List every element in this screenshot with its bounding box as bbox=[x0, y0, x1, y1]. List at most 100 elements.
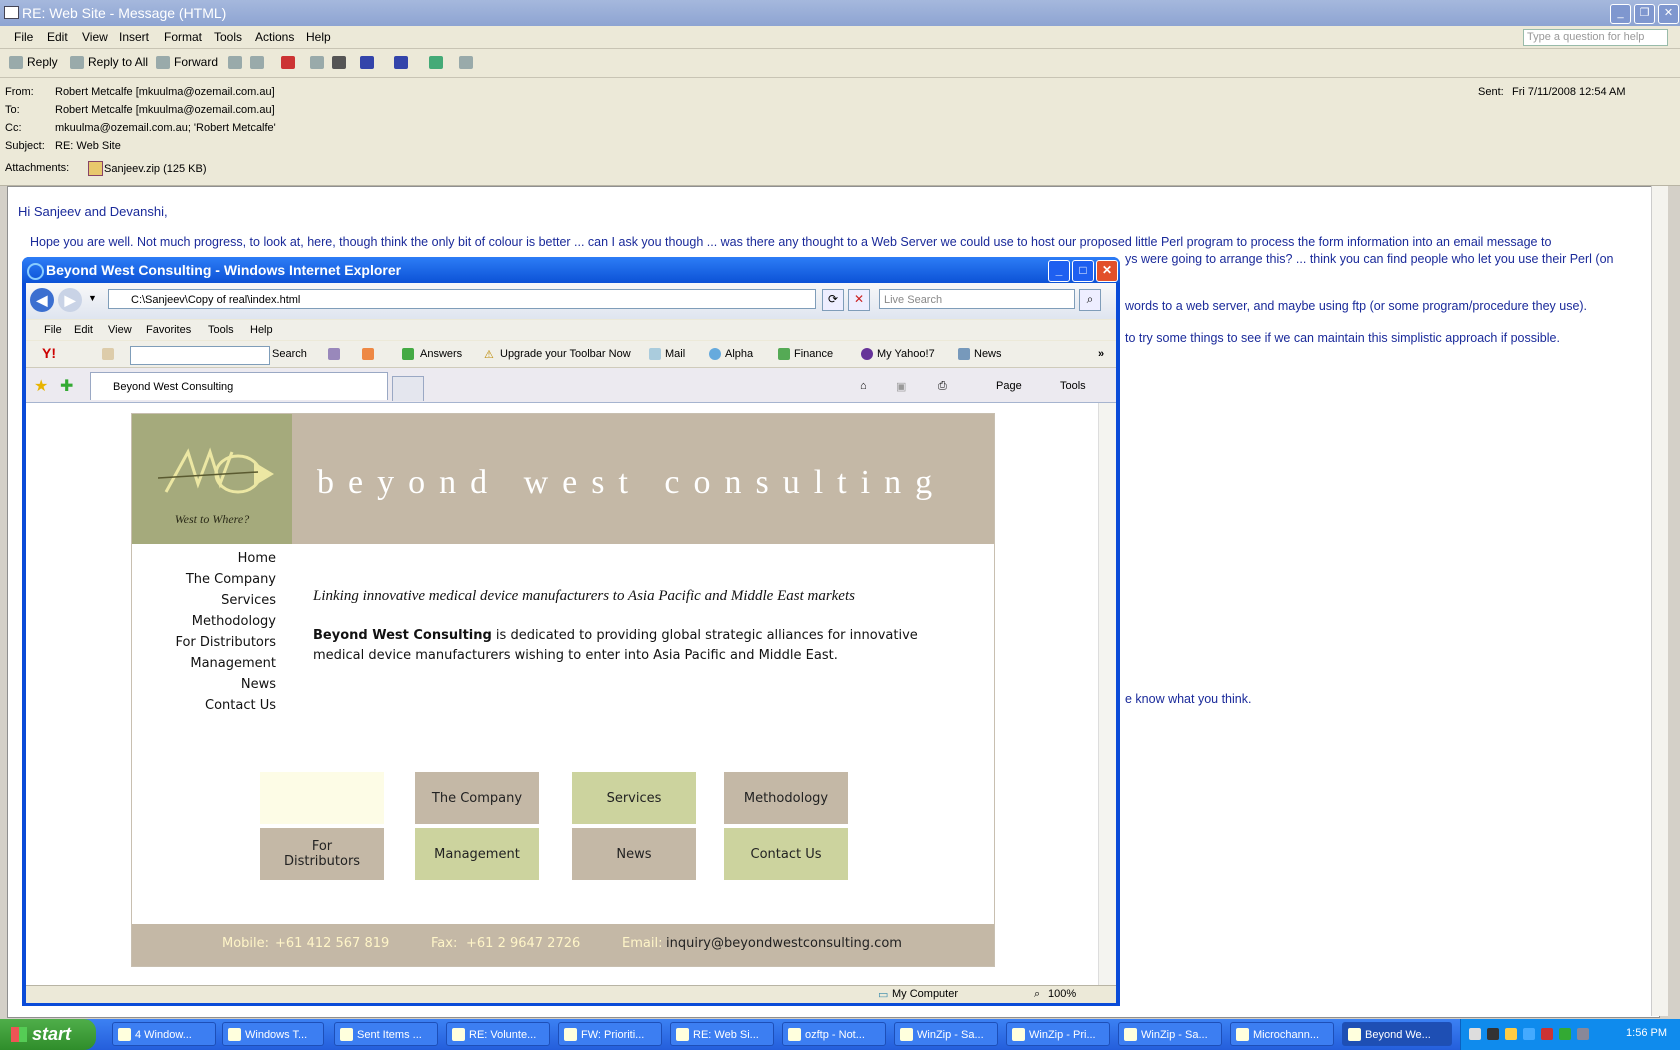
alpha-button[interactable]: Alpha bbox=[725, 348, 753, 360]
tray-icon-7[interactable] bbox=[1577, 1028, 1589, 1040]
history-dropdown-icon[interactable]: ▼ bbox=[88, 293, 97, 303]
task-re-web-site[interactable]: RE: Web Si... bbox=[670, 1022, 774, 1046]
help-question-input[interactable]: Type a question for help bbox=[1523, 29, 1668, 46]
live-search-input[interactable]: Live Search bbox=[879, 289, 1075, 309]
upgrade-toolbar-link[interactable]: Upgrade your Toolbar Now bbox=[500, 348, 631, 360]
news-button[interactable]: News bbox=[974, 348, 1002, 360]
task-beyond-west[interactable]: Beyond We... bbox=[1342, 1022, 1452, 1046]
menu-format[interactable]: Format bbox=[164, 30, 202, 44]
bwc-logo[interactable] bbox=[158, 444, 276, 502]
ie-menu-help[interactable]: Help bbox=[250, 324, 273, 336]
nav-for-distributors[interactable]: For Distributors bbox=[175, 635, 276, 650]
message-scrollbar[interactable] bbox=[1651, 186, 1668, 1016]
task-sent-items[interactable]: Sent Items ... bbox=[334, 1022, 438, 1046]
ie-menu-favorites[interactable]: Favorites bbox=[146, 324, 191, 336]
menu-tools[interactable]: Tools bbox=[214, 30, 242, 44]
yahoo-search-button[interactable]: Search bbox=[272, 348, 307, 360]
answers-button[interactable]: Answers bbox=[420, 348, 462, 360]
ie-minimize-button[interactable]: _ bbox=[1048, 260, 1070, 282]
flag-icon[interactable] bbox=[281, 56, 295, 69]
menu-actions[interactable]: Actions bbox=[255, 30, 294, 44]
font-size-icon[interactable] bbox=[429, 56, 443, 69]
toolbar-overflow-icon[interactable]: » bbox=[1098, 348, 1104, 360]
address-input[interactable]: C:\Sanjeev\Copy of real\index.html bbox=[108, 289, 816, 309]
nav-management[interactable]: Management bbox=[190, 656, 276, 671]
back-icon[interactable]: ◀ bbox=[30, 288, 54, 312]
nav-methodology[interactable]: Methodology bbox=[192, 614, 276, 629]
refresh-icon[interactable]: ⟳ bbox=[822, 289, 844, 311]
feeds-icon[interactable]: ▣ bbox=[896, 380, 906, 393]
yahoo-search-input[interactable] bbox=[130, 346, 270, 365]
tile-management[interactable]: Management bbox=[415, 828, 539, 880]
tile-the-company[interactable]: The Company bbox=[415, 772, 539, 824]
yahoo-logo-icon[interactable]: Y! bbox=[42, 345, 56, 361]
ie-menu-tools[interactable]: Tools bbox=[208, 324, 234, 336]
task-winzip-3[interactable]: WinZip - Sa... bbox=[1118, 1022, 1222, 1046]
nav-the-company[interactable]: The Company bbox=[186, 572, 276, 587]
tile-services[interactable]: Services bbox=[572, 772, 696, 824]
bookmarks-icon[interactable] bbox=[328, 348, 340, 360]
menu-edit[interactable]: Edit bbox=[47, 30, 68, 44]
tile-methodology[interactable]: Methodology bbox=[724, 772, 848, 824]
favorites-star-icon[interactable]: ★ bbox=[34, 376, 48, 396]
page-scrollbar[interactable] bbox=[1098, 403, 1116, 985]
tray-icon-1[interactable] bbox=[1469, 1028, 1481, 1040]
previous-item-icon[interactable] bbox=[360, 56, 374, 69]
move-icon[interactable] bbox=[310, 56, 324, 69]
antispy-icon[interactable] bbox=[362, 348, 374, 360]
task-re-volunteer[interactable]: RE: Volunte... bbox=[446, 1022, 550, 1046]
close-button[interactable]: ✕ bbox=[1658, 4, 1679, 24]
delete-icon[interactable] bbox=[332, 56, 346, 69]
tray-icon-6[interactable] bbox=[1559, 1028, 1571, 1040]
tab-beyond-west[interactable]: Beyond West Consulting bbox=[90, 372, 388, 400]
menu-insert[interactable]: Insert bbox=[119, 30, 149, 44]
tray-icon-4[interactable] bbox=[1523, 1028, 1535, 1040]
start-button[interactable]: start bbox=[0, 1019, 96, 1050]
home-icon[interactable]: ⌂ bbox=[860, 380, 867, 392]
tray-icon-3[interactable] bbox=[1505, 1028, 1517, 1040]
task-microchannel[interactable]: Microchann... bbox=[1230, 1022, 1334, 1046]
ie-menu-view[interactable]: View bbox=[108, 324, 132, 336]
ie-maximize-button[interactable]: □ bbox=[1072, 260, 1094, 282]
tools-menu-button[interactable]: Tools bbox=[1060, 380, 1086, 392]
nav-home[interactable]: Home bbox=[238, 551, 276, 566]
add-favorite-icon[interactable]: ✚ bbox=[60, 376, 73, 396]
page-menu-button[interactable]: Page bbox=[996, 380, 1022, 392]
task-windows-explorer[interactable]: 4 Window... bbox=[112, 1022, 216, 1046]
task-winzip-2[interactable]: WinZip - Pri... bbox=[1006, 1022, 1110, 1046]
task-ozftp-notepad[interactable]: ozftp - Not... bbox=[782, 1022, 886, 1046]
mail-button[interactable]: Mail bbox=[665, 348, 685, 360]
finance-button[interactable]: Finance bbox=[794, 348, 833, 360]
ie-menu-file[interactable]: File bbox=[44, 324, 62, 336]
email-link[interactable]: inquiry@beyondwestconsulting.com bbox=[666, 936, 902, 951]
menu-help[interactable]: Help bbox=[306, 30, 331, 44]
tray-icon-2[interactable] bbox=[1487, 1028, 1499, 1040]
pencil-icon[interactable] bbox=[102, 348, 114, 360]
tile-news[interactable]: News bbox=[572, 828, 696, 880]
web-page-viewport[interactable]: West to Where? beyond west consulting Ho… bbox=[26, 403, 1116, 985]
restore-button[interactable]: ❐ bbox=[1634, 4, 1655, 24]
forward-icon[interactable]: ▶ bbox=[58, 288, 82, 312]
tray-icon-5[interactable] bbox=[1541, 1028, 1553, 1040]
reply-all-button[interactable]: Reply to All bbox=[88, 55, 148, 69]
clock[interactable]: 1:56 PM bbox=[1626, 1027, 1667, 1039]
forward-button[interactable]: Forward bbox=[174, 55, 218, 69]
task-winzip-1[interactable]: WinZip - Sa... bbox=[894, 1022, 998, 1046]
my-yahoo-button[interactable]: My Yahoo!7 bbox=[877, 348, 935, 360]
search-icon[interactable]: ⌕ bbox=[1079, 289, 1101, 311]
ie-close-button[interactable]: ✕ bbox=[1096, 260, 1118, 282]
task-windows-t[interactable]: Windows T... bbox=[222, 1022, 324, 1046]
stop-icon[interactable]: ✕ bbox=[848, 289, 870, 311]
nav-news[interactable]: News bbox=[241, 677, 276, 692]
menu-view[interactable]: View bbox=[82, 30, 108, 44]
next-item-icon[interactable] bbox=[394, 56, 408, 69]
help-icon[interactable] bbox=[459, 56, 473, 69]
zoom-level[interactable]: 100% bbox=[1048, 988, 1076, 1000]
minimize-button[interactable]: _ bbox=[1610, 4, 1631, 24]
tile-contact-us[interactable]: Contact Us bbox=[724, 828, 848, 880]
tile-for-distributors[interactable]: For Distributors bbox=[260, 828, 384, 880]
menu-file[interactable]: File bbox=[14, 30, 33, 44]
print-icon-ie[interactable]: ⎙ bbox=[938, 380, 947, 393]
copy-icon[interactable] bbox=[250, 56, 264, 69]
nav-services[interactable]: Services bbox=[221, 593, 276, 608]
